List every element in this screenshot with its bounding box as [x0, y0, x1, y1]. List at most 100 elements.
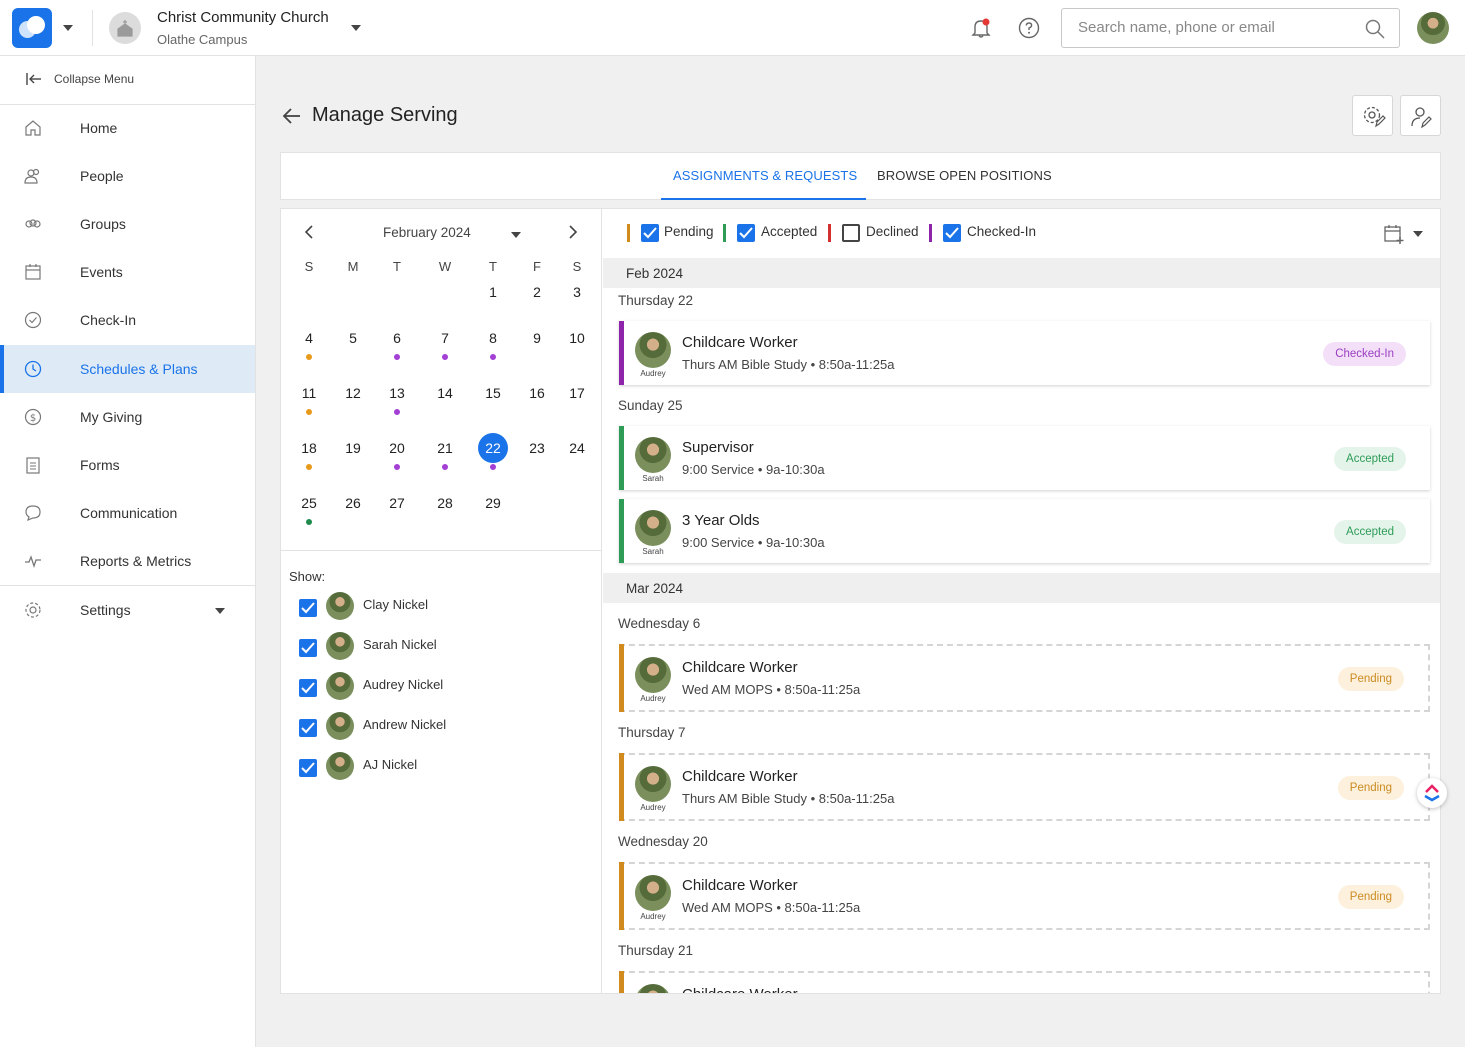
checkbox[interactable]: [299, 679, 317, 697]
pending-color-bar: [627, 224, 630, 242]
sidebar-item-forms[interactable]: Forms: [0, 441, 255, 489]
pending-checkbox[interactable]: [641, 224, 659, 242]
search-icon[interactable]: [1365, 19, 1385, 39]
calendar-day[interactable]: 28: [430, 488, 460, 518]
checked-in-label[interactable]: Checked-In: [967, 224, 1036, 239]
month-label: Mar 2024: [626, 581, 684, 596]
month-header: Feb 2024: [603, 258, 1440, 288]
assignment-card[interactable]: Audrey Childcare Worker Thurs AM Bible S…: [619, 321, 1430, 385]
sidebar-item-home[interactable]: Home: [0, 104, 255, 152]
person-filter[interactable]: Clay Nickel: [299, 592, 589, 622]
assignment-card[interactable]: Sarah Supervisor 9:00 Service • 9a-10:30…: [619, 426, 1430, 490]
user-avatar[interactable]: [1417, 12, 1449, 44]
campus-name[interactable]: Olathe Campus: [157, 32, 247, 47]
calendar-day[interactable]: 26: [338, 488, 368, 518]
floating-app-icon[interactable]: [1417, 778, 1447, 808]
calendar-day[interactable]: 15: [478, 378, 508, 408]
person-filter[interactable]: AJ Nickel: [299, 752, 589, 782]
assignment-card[interactable]: Audrey Childcare Worker Thurs AM Bible S…: [619, 753, 1430, 821]
sidebar-item-events[interactable]: Events: [0, 248, 255, 296]
calendar-day[interactable]: 27: [382, 488, 412, 518]
calendar-day[interactable]: 24: [562, 433, 592, 463]
assignee-name: Audrey: [640, 803, 666, 812]
notification-bell-icon[interactable]: [970, 17, 992, 42]
accepted-checkbox[interactable]: [737, 224, 755, 242]
calendar-day[interactable]: 16: [522, 378, 552, 408]
calendar-day[interactable]: 25: [294, 488, 324, 518]
help-icon[interactable]: [1018, 17, 1040, 42]
calendar-day[interactable]: 14: [430, 378, 460, 408]
calendar-day[interactable]: 20: [382, 433, 412, 463]
sidebar-item-schedules-plans[interactable]: Schedules & Plans: [0, 345, 255, 393]
checkbox[interactable]: [299, 599, 317, 617]
calendar-day-selected[interactable]: 22: [478, 433, 508, 463]
sidebar-item-settings[interactable]: Settings: [0, 586, 255, 634]
church-icon[interactable]: [109, 12, 141, 44]
person-filter[interactable]: Andrew Nickel: [299, 712, 589, 742]
sidebar-item-check-in[interactable]: Check-In: [0, 296, 255, 344]
chevron-down-icon[interactable]: [1413, 231, 1423, 237]
tab-assignments-requests[interactable]: ASSIGNMENTS & REQUESTS: [673, 168, 857, 183]
sidebar-item-my-giving[interactable]: $ My Giving: [0, 393, 255, 441]
pending-label[interactable]: Pending: [664, 224, 714, 239]
person-edit-button[interactable]: [1400, 95, 1441, 136]
calendar-day[interactable]: 13: [382, 378, 412, 408]
calendar-day[interactable]: 11: [294, 378, 324, 408]
calendar-day[interactable]: 5: [338, 323, 368, 353]
person-filter[interactable]: Sarah Nickel: [299, 632, 589, 662]
search-input[interactable]: [1078, 19, 1358, 36]
chevron-right-icon[interactable]: [567, 225, 579, 239]
calendar-day[interactable]: 19: [338, 433, 368, 463]
calendar-day[interactable]: 7: [430, 323, 460, 353]
sidebar-item-people[interactable]: People: [0, 152, 255, 200]
calendar-day[interactable]: 1: [478, 277, 508, 307]
calendar-day[interactable]: 18: [294, 433, 324, 463]
assignment-card[interactable]: Childcare Worker: [619, 971, 1430, 993]
calendar-add-icon[interactable]: [1383, 223, 1405, 245]
checkbox[interactable]: [299, 639, 317, 657]
org-switch-caret-icon[interactable]: [351, 25, 361, 31]
app-menu-caret-icon[interactable]: [63, 25, 73, 31]
calendar-day[interactable]: 2: [522, 277, 552, 307]
settings-edit-button[interactable]: [1352, 95, 1393, 136]
calendar-day[interactable]: 10: [562, 323, 592, 353]
chevron-left-icon[interactable]: [303, 225, 315, 239]
calendar-day[interactable]: 9: [522, 323, 552, 353]
day-header: Thursday 7: [618, 725, 686, 740]
back-arrow-icon[interactable]: [282, 106, 302, 126]
calendar-day[interactable]: 29: [478, 488, 508, 518]
svg-text:$: $: [30, 413, 36, 424]
checked-in-checkbox[interactable]: [943, 224, 961, 242]
sidebar-item-communication[interactable]: Communication: [0, 489, 255, 537]
app-logo[interactable]: [12, 8, 52, 48]
assignment-card[interactable]: Audrey Childcare Worker Wed AM MOPS • 8:…: [619, 644, 1430, 712]
calendar-day[interactable]: 17: [562, 378, 592, 408]
calendar-day[interactable]: 23: [522, 433, 552, 463]
declined-label[interactable]: Declined: [866, 224, 919, 239]
calendar-month[interactable]: February 2024: [383, 225, 471, 240]
checkbox[interactable]: [299, 719, 317, 737]
calendar-day[interactable]: 8: [478, 323, 508, 353]
collapse-menu-button[interactable]: Collapse Menu: [26, 72, 134, 86]
search-box[interactable]: [1061, 8, 1400, 48]
status-stripe: [619, 971, 624, 993]
calendar-day[interactable]: 21: [430, 433, 460, 463]
calendar-day[interactable]: 3: [562, 277, 592, 307]
avatar: [635, 332, 671, 368]
assignment-card[interactable]: Sarah 3 Year Olds 9:00 Service • 9a-10:3…: [619, 499, 1430, 563]
org-name[interactable]: Christ Community Church: [157, 9, 329, 26]
calendar-day[interactable]: 4: [294, 323, 324, 353]
checkbox[interactable]: [299, 759, 317, 777]
accepted-label[interactable]: Accepted: [761, 224, 817, 239]
chevron-down-icon[interactable]: [511, 232, 521, 238]
assignment-card[interactable]: Audrey Childcare Worker Wed AM MOPS • 8:…: [619, 862, 1430, 930]
tab-browse-open-positions[interactable]: BROWSE OPEN POSITIONS: [877, 168, 1052, 183]
sidebar-item-groups[interactable]: Groups: [0, 200, 255, 248]
person-filter[interactable]: Audrey Nickel: [299, 672, 589, 702]
chevron-down-icon[interactable]: [215, 608, 225, 614]
declined-checkbox[interactable]: [842, 224, 860, 242]
sidebar-item-reports-metrics[interactable]: Reports & Metrics: [0, 537, 255, 585]
calendar-day[interactable]: 6: [382, 323, 412, 353]
calendar-day[interactable]: 12: [338, 378, 368, 408]
sidebar-item-label: Home: [80, 120, 118, 136]
